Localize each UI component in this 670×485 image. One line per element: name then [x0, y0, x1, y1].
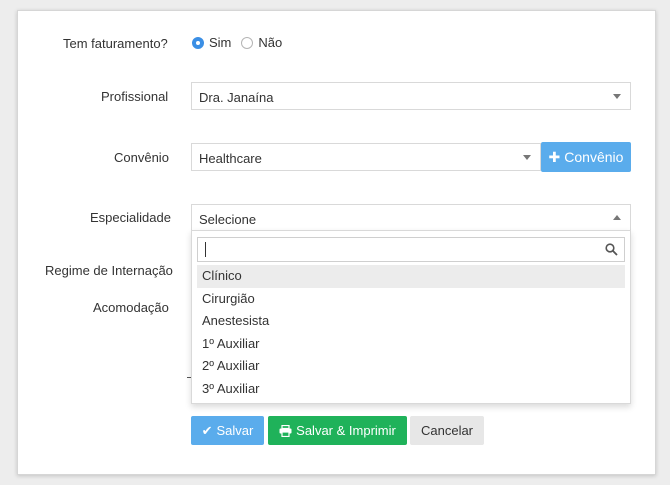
save-button[interactable]: ✔ Salvar: [191, 416, 264, 445]
professional-label: Profissional: [101, 89, 169, 104]
print-icon: [279, 424, 292, 437]
specialty-search-input[interactable]: [204, 239, 608, 262]
option-1-auxiliar[interactable]: 1º Auxiliar: [197, 333, 625, 356]
radio-unchecked-icon[interactable]: [241, 36, 254, 49]
specialty-dropdown: Clínico Cirurgião Anestesista 1º Auxilia…: [191, 230, 631, 404]
billing-label: Tem faturamento?: [63, 36, 168, 51]
specialty-label: Especialidade: [90, 210, 171, 225]
save-print-label: Salvar & Imprimir: [296, 423, 396, 438]
save-print-button[interactable]: Salvar & Imprimir: [268, 416, 407, 445]
save-label: Salvar: [216, 423, 254, 438]
insurance-label: Convênio: [114, 150, 169, 165]
billing-radio-yes[interactable]: Sim: [192, 35, 231, 50]
chevron-down-icon: [613, 94, 621, 99]
add-insurance-label: Convênio: [564, 149, 624, 165]
add-insurance-button[interactable]: ✚ Convênio: [541, 142, 631, 172]
chevron-down-icon: [523, 155, 531, 160]
option-3-auxiliar[interactable]: 3º Auxiliar: [197, 378, 625, 401]
insurance-select[interactable]: Healthcare: [191, 143, 541, 171]
accommodation-label: Acomodação: [93, 300, 169, 315]
radio-checked-icon[interactable]: [192, 36, 204, 49]
search-icon: [605, 243, 618, 256]
hospitalization-label: Regime de Internação: [45, 263, 173, 278]
cancel-label: Cancelar: [420, 423, 474, 438]
option-cirurgiao[interactable]: Cirurgião: [197, 288, 625, 311]
specialty-search[interactable]: [197, 237, 625, 262]
billing-radio-no[interactable]: Não: [241, 35, 282, 50]
option-2-auxiliar[interactable]: 2º Auxiliar: [197, 355, 625, 378]
chevron-up-icon: [613, 215, 621, 220]
specialty-options: Clínico Cirurgião Anestesista 1º Auxilia…: [197, 265, 625, 400]
professional-value: Dra. Janaína: [199, 90, 274, 105]
billing-radio-group: Sim Não: [192, 35, 292, 50]
professional-select[interactable]: Dra. Janaína: [191, 82, 631, 110]
billing-no-label: Não: [258, 35, 283, 50]
insurance-value: Healthcare: [199, 151, 262, 166]
option-clinico[interactable]: Clínico: [197, 265, 625, 288]
text-cursor: [205, 242, 206, 257]
specialty-value: Selecione: [199, 212, 257, 227]
option-anestesista[interactable]: Anestesista: [197, 310, 625, 333]
cancel-button[interactable]: Cancelar: [410, 416, 484, 445]
plus-icon: ✚: [548, 148, 561, 165]
billing-yes-label: Sim: [209, 35, 232, 50]
check-icon: ✔: [201, 422, 213, 438]
specialty-select[interactable]: Selecione: [191, 204, 631, 232]
